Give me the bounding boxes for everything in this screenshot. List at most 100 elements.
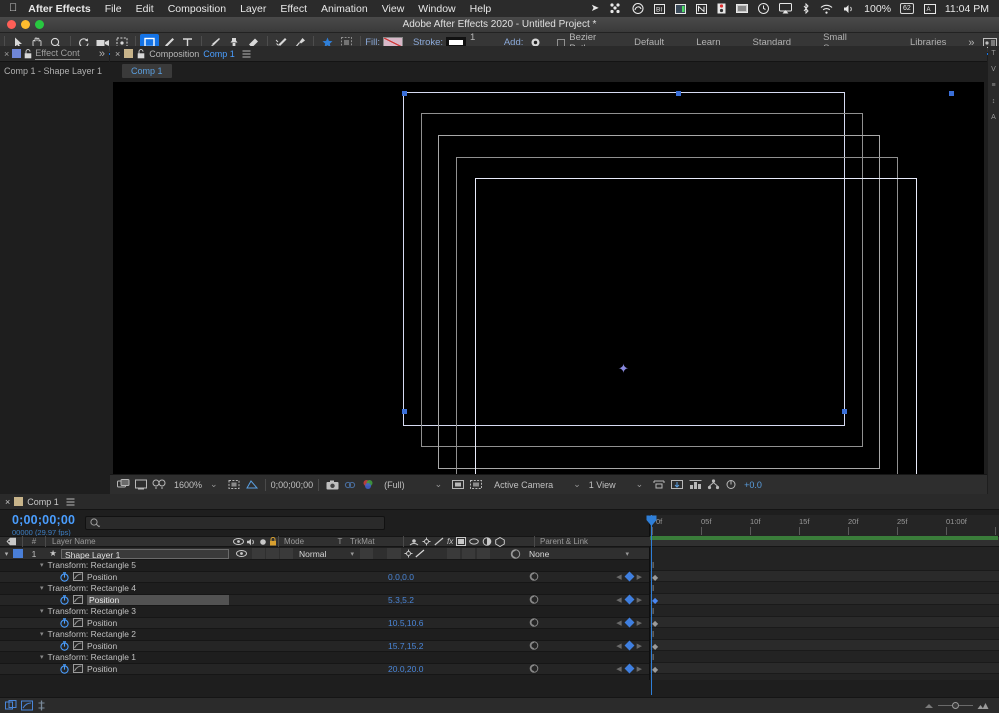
property-row[interactable]: Position ◀ ▶ 5.3,5.2 xyxy=(0,595,650,607)
property-row[interactable]: Position ◀ ▶ 15.7,15.2 xyxy=(0,641,650,653)
keyframe-toggle-icon[interactable] xyxy=(624,572,634,582)
parent-dropdown[interactable]: None ▾ xyxy=(526,549,632,559)
stopwatch-icon[interactable] xyxy=(60,618,69,628)
menu-animation[interactable]: Animation xyxy=(314,3,375,15)
keyframe-nav[interactable]: ◀ ▶ xyxy=(616,619,650,627)
battery-monitor-icon[interactable] xyxy=(670,4,691,14)
stopwatch-icon[interactable] xyxy=(60,664,69,674)
stopwatch-icon[interactable] xyxy=(60,572,69,582)
quality-switch-icon[interactable] xyxy=(434,537,444,546)
switch-cell[interactable] xyxy=(462,548,475,559)
column-t[interactable]: T xyxy=(333,536,347,547)
keyframe-marker[interactable]: ◆ xyxy=(652,642,659,650)
menu-view[interactable]: View xyxy=(375,3,412,15)
keyframe-marker[interactable]: I xyxy=(652,653,659,661)
graph-editor-toggle-icon[interactable] xyxy=(69,572,87,581)
property-value[interactable]: 0.0,0.0 xyxy=(388,572,414,582)
graph-editor-toggle-icon[interactable] xyxy=(69,641,87,650)
timeline-tracks[interactable]: I ◆ I ◆ I ◆ I ◆ I ◆ xyxy=(649,547,999,680)
track-row[interactable]: I xyxy=(650,628,999,640)
track-row[interactable]: ◆ xyxy=(650,571,999,583)
table-row[interactable]: ▾ 1 ★ Shape Layer 1 Normal ▾ None ▾ xyxy=(0,548,650,560)
track-row-selected[interactable]: ◆ xyxy=(650,594,999,606)
toggle-pixel-aspect-icon[interactable] xyxy=(450,477,466,492)
track-row[interactable]: I xyxy=(650,559,999,571)
clock-icon[interactable] xyxy=(753,3,774,14)
fast-previews-icon[interactable] xyxy=(468,477,484,492)
graph-editor-toggle-icon[interactable] xyxy=(69,595,87,604)
track-row[interactable]: ◆ xyxy=(650,617,999,629)
dropbox-icon[interactable] xyxy=(604,3,627,14)
effects-switch-icon[interactable]: fx xyxy=(447,537,453,546)
menu-edit[interactable]: Edit xyxy=(129,3,161,15)
zoom-out-icon[interactable] xyxy=(924,702,934,709)
property-group-row[interactable]: ▾ Transform: Rectangle 1 xyxy=(0,652,650,664)
layer-name-input[interactable]: Shape Layer 1 xyxy=(61,549,229,559)
group-expand-arrow[interactable]: ▾ xyxy=(40,561,48,569)
prev-keyframe-arrow[interactable]: ◀ xyxy=(616,596,621,604)
group-expand-arrow[interactable]: ▾ xyxy=(40,584,48,592)
show-snapshot-icon[interactable] xyxy=(342,477,358,492)
prev-keyframe-arrow[interactable]: ◀ xyxy=(616,642,621,650)
column-trkmat[interactable]: TrkMat xyxy=(347,536,403,547)
viewer-timecode[interactable]: 0;00;00;00 xyxy=(271,480,314,490)
keyframe-nav[interactable]: ◀ ▶ xyxy=(616,642,650,650)
menu-app-name[interactable]: After Effects xyxy=(26,3,97,15)
toggle-mask-icon[interactable] xyxy=(151,477,167,492)
menu-composition[interactable]: Composition xyxy=(161,3,233,15)
keyframe-marker[interactable]: ◆ xyxy=(652,619,659,627)
lock-switch-icon[interactable] xyxy=(269,537,277,546)
lock-icon[interactable] xyxy=(137,49,145,59)
graph-editor-toggle-icon[interactable] xyxy=(69,618,87,627)
playhead-handle[interactable] xyxy=(646,515,657,527)
stopwatch-icon[interactable] xyxy=(60,641,69,651)
layer-tag-icon[interactable] xyxy=(0,536,22,547)
timeline-tab[interactable]: × Comp 1 xyxy=(0,494,999,510)
track-row[interactable]: I xyxy=(650,651,999,663)
next-keyframe-arrow[interactable]: ▶ xyxy=(637,573,642,581)
search-input[interactable] xyxy=(85,516,385,530)
track-row[interactable]: ◆ xyxy=(650,663,999,675)
motion-icon[interactable] xyxy=(37,700,46,711)
reset-exposure-icon[interactable] xyxy=(723,477,739,492)
lock-icon[interactable] xyxy=(24,49,32,59)
selection-handle-tl[interactable] xyxy=(402,91,407,96)
toggle-switches-modes-icon[interactable] xyxy=(5,700,17,711)
switch-cell[interactable] xyxy=(447,548,460,559)
shy-cell[interactable] xyxy=(387,548,401,559)
prev-keyframe-arrow[interactable]: ◀ xyxy=(616,573,621,581)
expression-link-icon[interactable] xyxy=(529,641,539,650)
column-layer-name[interactable]: Layer Name xyxy=(46,536,232,547)
region-of-interest-icon[interactable] xyxy=(226,477,242,492)
group-expand-arrow[interactable]: ▾ xyxy=(40,653,48,661)
next-keyframe-arrow[interactable]: ▶ xyxy=(637,619,642,627)
keyframe-toggle-icon[interactable] xyxy=(624,641,634,651)
keyframe-marker[interactable]: I xyxy=(652,607,659,615)
channels-icon[interactable] xyxy=(360,477,376,492)
camera-dropdown-icon[interactable]: ⌄ xyxy=(555,479,587,490)
exposure-value[interactable]: +0.0 xyxy=(741,480,762,490)
apple-menu-icon[interactable]:  xyxy=(0,3,26,14)
close-icon[interactable]: × xyxy=(5,497,10,507)
graph-icon[interactable] xyxy=(21,700,33,711)
property-name-selected[interactable]: Position xyxy=(87,595,229,605)
track-row[interactable]: I xyxy=(650,582,999,594)
keyframe-marker[interactable]: ◆ xyxy=(652,573,659,581)
anchor-point-icon[interactable]: ✦ xyxy=(618,361,629,377)
keyframe-nav[interactable]: ◀ ▶ xyxy=(616,596,650,604)
property-value[interactable]: 20.0,20.0 xyxy=(388,664,423,674)
frame-blend-switch-icon[interactable] xyxy=(456,537,466,546)
menu-help[interactable]: Help xyxy=(463,3,499,15)
traffic-light-icon[interactable] xyxy=(712,3,731,14)
property-group-row[interactable]: ▾ Transform: Rectangle 3 xyxy=(0,606,650,618)
resolution-value[interactable]: (Full) xyxy=(378,480,405,490)
property-value[interactable]: 15.7,15.2 xyxy=(388,641,423,651)
property-row[interactable]: Position ◀ ▶ 20.0,20.0 xyxy=(0,664,650,676)
next-keyframe-arrow[interactable]: ▶ xyxy=(637,642,642,650)
audio-switch-cell[interactable] xyxy=(252,548,265,559)
collapsed-panels-strip[interactable]: T V ≡ ↕ A xyxy=(988,46,999,494)
column-parent-link[interactable]: Parent & Link xyxy=(535,536,655,547)
keyframe-nav[interactable]: ◀ ▶ xyxy=(616,665,650,673)
collapse-transformations-icon[interactable] xyxy=(404,549,413,558)
menu-layer[interactable]: Layer xyxy=(233,3,273,15)
